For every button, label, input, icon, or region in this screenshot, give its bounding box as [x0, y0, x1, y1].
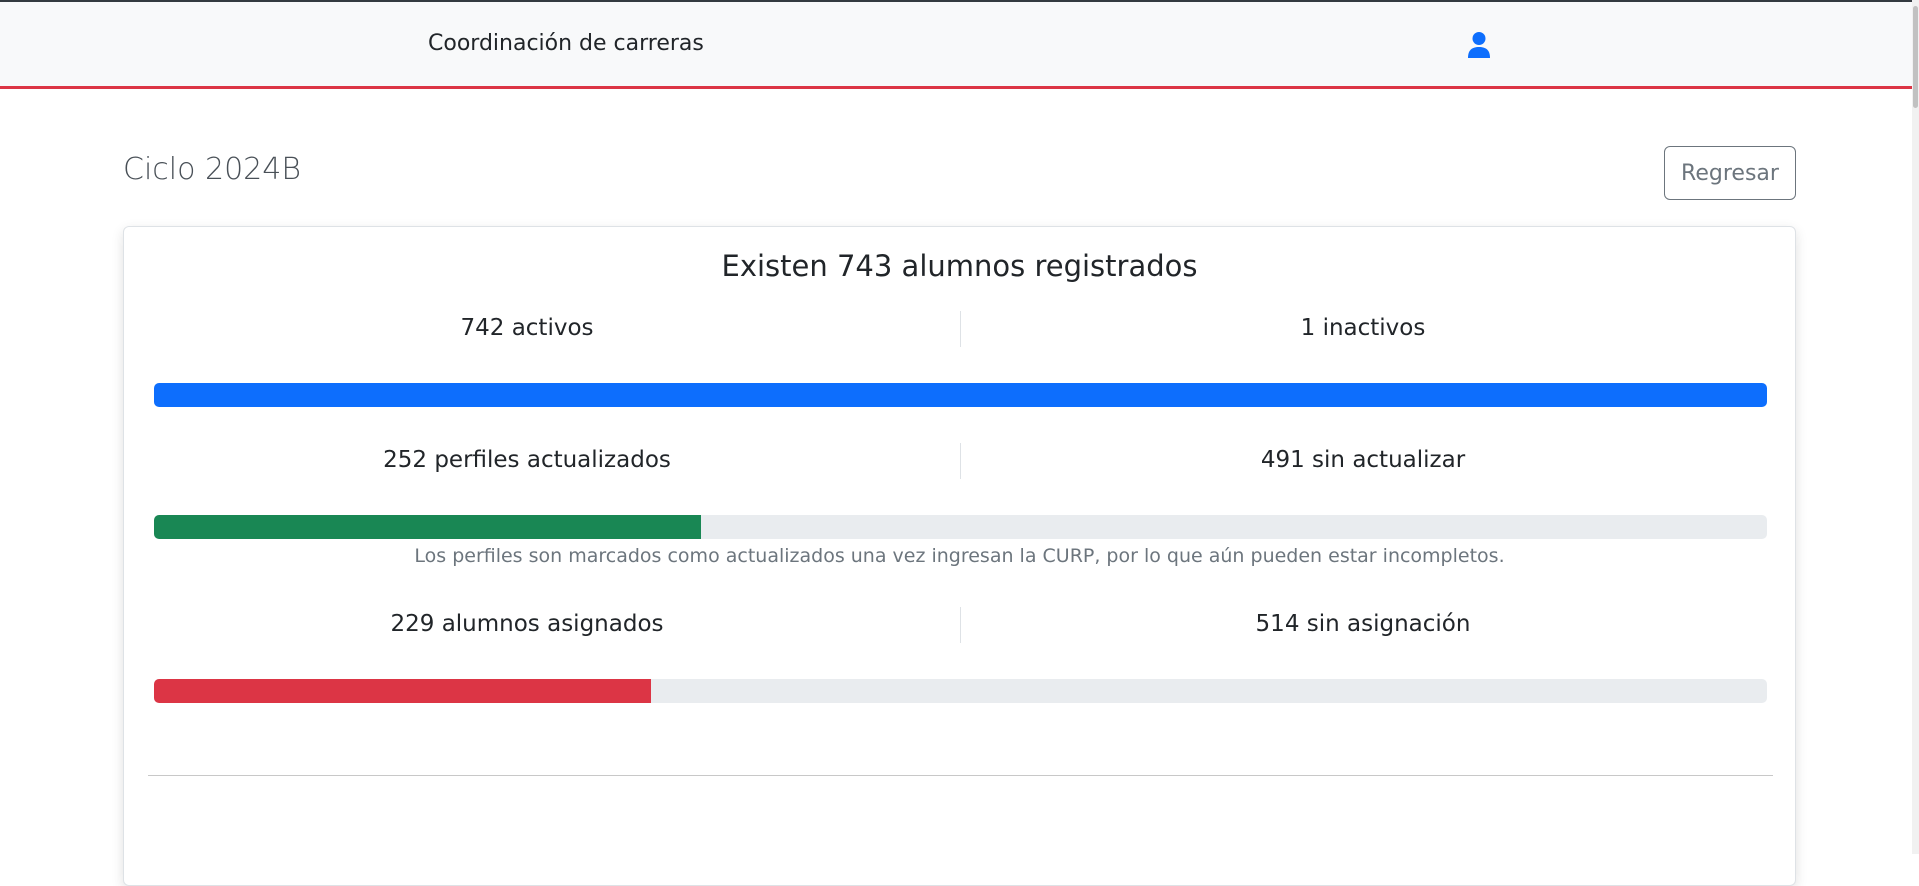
profiles-progress-bar [154, 515, 701, 539]
not-updated-count: 491 sin actualizar [1260, 447, 1466, 473]
user-icon [1468, 32, 1490, 58]
assignment-progress [154, 679, 1767, 703]
nav-title[interactable]: Coordinación de carreras [428, 2, 704, 86]
section-divider [148, 775, 1773, 776]
user-menu-button[interactable] [1464, 29, 1494, 61]
summary-card: Existen 743 alumnos registrados 742 acti… [123, 226, 1796, 886]
profiles-note: Los perfiles son marcados como actualiza… [414, 545, 1505, 567]
profiles-progress [154, 515, 1767, 539]
scrollbar[interactable] [1912, 0, 1919, 854]
unassigned-count: 514 sin asignación [1255, 611, 1471, 637]
inactive-count: 1 inactivos [1300, 315, 1426, 341]
active-progress-bar [154, 383, 1767, 407]
registered-count-heading: Existen 743 alumnos registrados [721, 249, 1198, 283]
back-button[interactable]: Regresar [1664, 146, 1796, 200]
navbar: Coordinación de carreras [0, 2, 1919, 89]
active-count: 742 activos [460, 315, 594, 341]
assigned-count: 229 alumnos asignados [390, 611, 664, 637]
scrollbar-thumb[interactable] [1913, 6, 1918, 108]
active-progress [154, 383, 1767, 407]
assignment-progress-bar [154, 679, 651, 703]
updated-profiles-count: 252 perfiles actualizados [383, 447, 671, 473]
page-title: Ciclo 2024B [123, 152, 301, 187]
